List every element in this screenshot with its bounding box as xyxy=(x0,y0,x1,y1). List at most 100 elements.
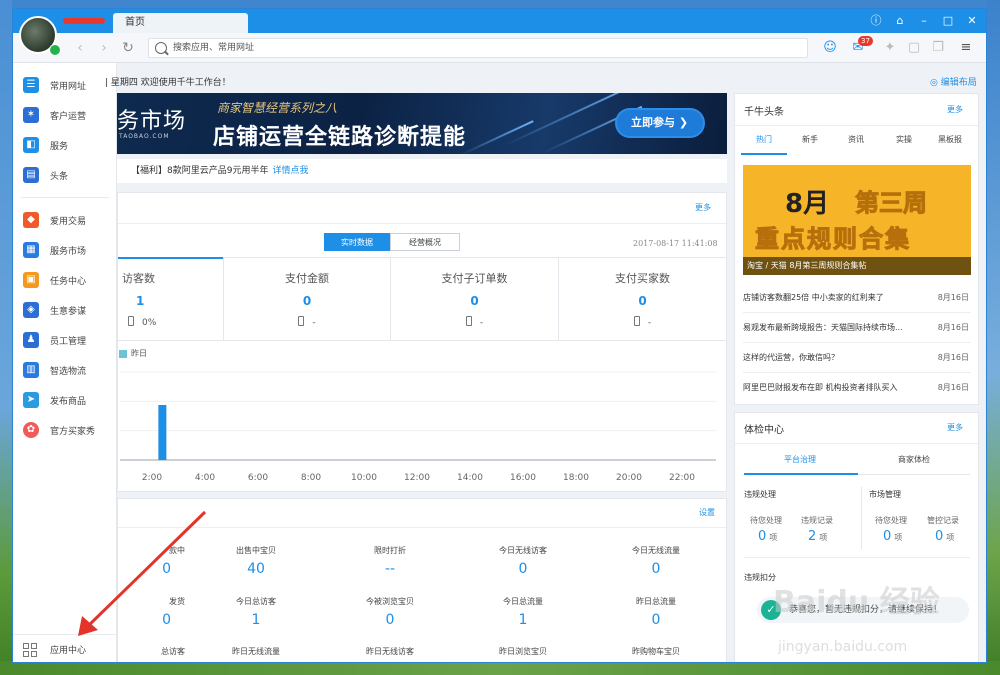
back-icon[interactable]: ‹ xyxy=(71,39,89,57)
metrics-row: 访客数 1 0% 支付金额 0 - 支付子订单数 0 - 支付买家数 0 - xyxy=(118,257,726,341)
stat-item[interactable]: 总访客 xyxy=(55,646,185,657)
menu-icon[interactable]: ≡ xyxy=(957,39,975,57)
stat-item[interactable]: 今被浏览宝贝 0 xyxy=(325,596,455,628)
news-item[interactable]: 店铺访客数翻25倍 中小卖家的红利来了 8月16日 xyxy=(743,283,971,313)
stat-item[interactable]: 昨购物车宝贝 xyxy=(591,646,721,657)
chart-tick-label: 12:00 xyxy=(404,473,430,482)
stat-item[interactable]: 限时打折 -- xyxy=(325,545,455,577)
deduction-section-title: 违规扣分 xyxy=(744,573,776,582)
stat-value: 0 xyxy=(162,561,171,577)
metric-payment-amount[interactable]: 支付金额 0 - xyxy=(224,258,391,340)
minimize-button[interactable]: – xyxy=(912,9,936,33)
split-icon[interactable]: ▢ xyxy=(905,39,923,57)
stat-item[interactable]: 昨日总流量 0 xyxy=(591,596,721,628)
news-title: 这样的代运营，你敢信吗？ xyxy=(743,353,839,362)
tab-realtime-data[interactable]: 实时数据 xyxy=(324,233,390,251)
tab-merchant-checkup[interactable]: 商家体检 xyxy=(858,454,970,465)
pin-icon[interactable]: ✦ xyxy=(881,39,899,57)
stat-item[interactable]: 今日无线流量 0 xyxy=(591,545,721,577)
sidebar-item-business-advisor[interactable]: ◈ 生意参谋 xyxy=(13,295,117,325)
stat-item[interactable]: 款中 0 xyxy=(55,545,185,577)
hourly-chart: 2:00 4:00 6:00 8:00 10:00 12:00 14:00 16:00 18:0… xyxy=(120,371,716,482)
unit-label: 项 xyxy=(819,533,828,542)
tab-news[interactable]: 资讯 xyxy=(833,134,879,145)
close-button[interactable]: ✕ xyxy=(960,9,984,33)
edit-layout-link[interactable]: ◎ 编辑布局 xyxy=(930,75,977,88)
mail-badge: 37 xyxy=(858,36,873,46)
sidebar-item-buyer-show[interactable]: ✿ 官方买家秀 xyxy=(13,415,117,445)
sidebar-item-publish-product[interactable]: ➤ 发布商品 xyxy=(13,385,117,415)
metric-compare: - xyxy=(479,318,484,328)
violation-record-count[interactable]: 2项 xyxy=(808,529,827,544)
sidebar-item-headlines[interactable]: ▤ 头条 xyxy=(13,160,117,190)
stat-item[interactable]: 今日总访客 1 xyxy=(191,596,321,628)
window-icon[interactable]: ❐ xyxy=(929,39,947,57)
assistant-icon[interactable]: ☺ xyxy=(821,39,839,57)
metric-visitors[interactable]: 访客数 1 0% xyxy=(118,257,224,340)
notice-link[interactable]: 详情点我 xyxy=(272,166,308,176)
sidebar-item-service-market[interactable]: ▦ 服务市场 xyxy=(13,235,117,265)
market-pending-count[interactable]: 0项 xyxy=(883,529,902,544)
sidebar-item-staff-management[interactable]: ♟ 员工管理 xyxy=(13,325,117,355)
headlines-more-link[interactable]: 更多 xyxy=(947,104,963,115)
stat-item[interactable]: 昨日无线流量 xyxy=(191,646,321,657)
metric-compare: - xyxy=(312,318,316,328)
tab-baseline xyxy=(858,474,970,475)
sidebar-item-common-sites[interactable]: ☰ 常用网址 xyxy=(13,70,117,100)
metric-buyers[interactable]: 支付买家数 0 - xyxy=(559,258,726,340)
stat-item[interactable]: 今日无线访客 0 xyxy=(458,545,588,577)
headline-image[interactable]: 8月 第三周 重点规则合集 淘宝 / 天猫 8月第三周规则合集帖 xyxy=(743,165,971,275)
maximize-button[interactable]: □ xyxy=(936,9,960,33)
tab-hot[interactable]: 热门 xyxy=(741,134,787,145)
publish-icon: ➤ xyxy=(23,392,39,408)
sidebar-item-smart-logistics[interactable]: ▥ 智选物流 xyxy=(13,355,117,385)
stat-value: 1 xyxy=(251,612,261,628)
control-record-count[interactable]: 0项 xyxy=(935,529,954,544)
metric-sub-orders[interactable]: 支付子订单数 0 - xyxy=(391,258,559,340)
data-more-link[interactable]: 更多 xyxy=(695,202,711,213)
notice-text: 【福利】8款阿里云产品9元用半年 xyxy=(131,166,269,176)
news-item[interactable]: 阿里巴巴财报发布在即 机构投资者排队买入 8月16日 xyxy=(743,373,971,403)
forward-icon[interactable]: › xyxy=(95,39,113,57)
news-item[interactable]: 这样的代运营，你敢信吗？ 8月16日 xyxy=(743,343,971,373)
sidebar-item-service[interactable]: ◧ 服务 xyxy=(13,130,117,160)
stat-value: -- xyxy=(384,561,396,577)
stat-item[interactable]: 今日总流量 1 xyxy=(458,596,588,628)
info-icon[interactable]: ⓘ xyxy=(864,9,888,33)
tab-blackboard[interactable]: 黑板报 xyxy=(927,134,973,145)
grid-icon xyxy=(23,642,37,657)
search-box[interactable] xyxy=(148,38,808,58)
nav-bar: ‹ › ↻ ☺ ✉ 37 ✦ ▢ ❐ ≡ xyxy=(13,33,986,63)
bag-icon: ◧ xyxy=(23,137,39,153)
image-text-month: 8月 xyxy=(785,189,830,219)
stat-label: 昨日总流量 xyxy=(636,597,676,606)
chart-tick-label: 18:00 xyxy=(563,473,589,482)
mobile-icon xyxy=(298,316,305,326)
join-now-button[interactable]: 立即参与 ❯ xyxy=(617,110,703,136)
stat-item[interactable]: 出售中宝贝 40 xyxy=(191,545,321,577)
news-item[interactable]: 易观发布最新跨境报告：天猫国际持续市场... 8月16日 xyxy=(743,313,971,343)
pending-count[interactable]: 0项 xyxy=(758,529,777,544)
control-record-value: 0 xyxy=(935,529,944,544)
tab-home[interactable]: 首页 xyxy=(113,13,248,33)
metric-value: 0 xyxy=(470,294,479,308)
legend-swatch xyxy=(119,350,127,358)
promo-banner[interactable]: 务市场 TAOBAO.COM 商家智慧经营系列之八 店铺运营全链路诊断提能 立即… xyxy=(117,93,727,154)
stats-settings-link[interactable]: 设置 xyxy=(699,507,715,518)
tab-platform-governance[interactable]: 平台治理 xyxy=(744,454,856,465)
tab-practice[interactable]: 实操 xyxy=(881,134,927,145)
desktop-background-right xyxy=(987,0,1000,675)
stat-item[interactable]: 昨日浏览宝贝 xyxy=(458,646,588,657)
stat-item[interactable]: 发货 0 xyxy=(55,596,185,628)
health-more-link[interactable]: 更多 xyxy=(947,422,963,433)
sidebar-item-task-center[interactable]: ▣ 任务中心 xyxy=(13,265,117,295)
skin-icon[interactable]: ⌂ xyxy=(888,9,912,33)
task-icon: ▣ xyxy=(23,272,39,288)
tab-newbie[interactable]: 新手 xyxy=(787,134,833,145)
tab-business-overview[interactable]: 经营概况 xyxy=(390,233,460,251)
sidebar-item-customer-ops[interactable]: ✶ 客户运营 xyxy=(13,100,117,130)
search-input[interactable] xyxy=(173,41,773,55)
sidebar-item-aiyong-trade[interactable]: ◆ 爱用交易 xyxy=(13,205,117,235)
refresh-icon[interactable]: ↻ xyxy=(119,39,137,57)
stat-item[interactable]: 昨日无线访客 xyxy=(325,646,455,657)
